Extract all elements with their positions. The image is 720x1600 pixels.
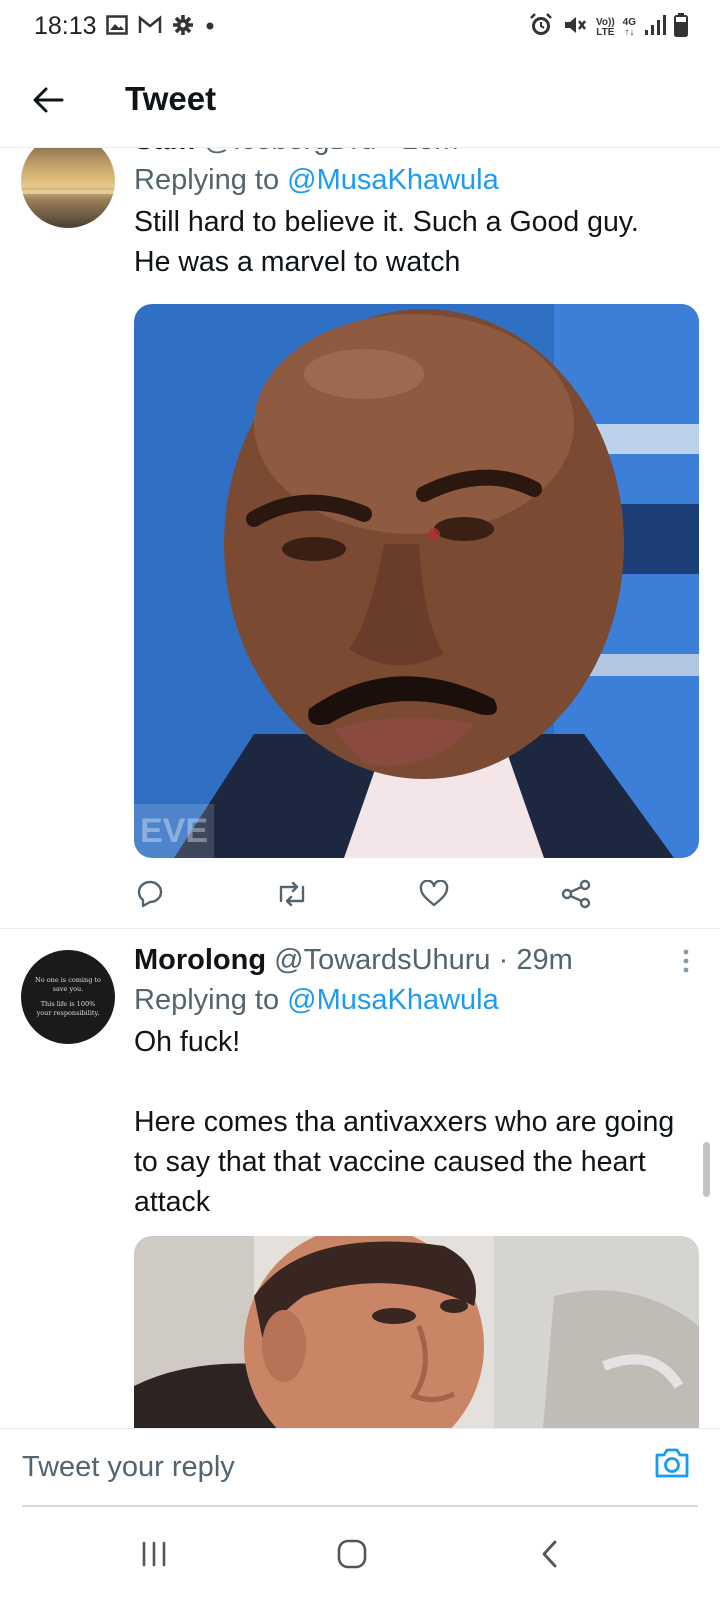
heart-icon (419, 880, 449, 907)
more-vertical-icon (683, 949, 689, 973)
mention-link[interactable]: @MusaKhawula (287, 984, 499, 1016)
signal-icon (644, 14, 666, 41)
page-title: Tweet (125, 80, 217, 117)
alarm-icon (528, 12, 554, 43)
divider (0, 928, 720, 929)
system-navigation-bar (0, 1508, 720, 1600)
more-options-button[interactable] (682, 948, 690, 979)
battery-icon (674, 13, 688, 42)
tweet-text: Still hard to believe it. Such a Good gu… (134, 206, 639, 278)
status-bar: 18:13 Vo)) LTE 4G ↑↓ (0, 0, 720, 56)
image-icon (106, 15, 128, 40)
mute-icon (562, 13, 588, 42)
separator: · (384, 148, 394, 156)
tweet-header: Sam @IcebergDru · 23m (134, 148, 692, 160)
tweet-text: Oh fuck! Here comes tha antivaxxers who … (134, 1026, 675, 1218)
display-name[interactable]: Morolong (134, 944, 266, 976)
more-options-button[interactable] (682, 148, 690, 153)
avatar[interactable] (21, 148, 115, 228)
data-indicator: 4G ↑↓ (622, 16, 636, 38)
avatar[interactable]: No one is coming to save you. This life … (21, 950, 115, 1044)
timestamp[interactable]: 23m (402, 148, 458, 156)
handle[interactable]: @TowardsUhuru (274, 944, 490, 976)
camera-button[interactable] (650, 1441, 694, 1485)
tweet-image[interactable]: EVE (134, 304, 699, 858)
mention-link[interactable]: @MusaKhawula (287, 164, 499, 196)
tweet-image[interactable] (134, 1236, 699, 1428)
recent-apps-button[interactable] (124, 1528, 184, 1580)
conversation-thread[interactable]: Sam @IcebergDru · 23m Replying to @MusaK… (0, 148, 720, 1428)
tweet[interactable]: Sam @IcebergDru · 23m Replying to @MusaK… (0, 148, 720, 920)
like-button[interactable] (414, 874, 454, 914)
avatar-text: This life is 100% your responsibility. (36, 1000, 100, 1017)
input-underline (22, 1505, 698, 1507)
separator: · (498, 944, 509, 976)
retweet-icon (279, 881, 305, 907)
home-icon (337, 1539, 367, 1569)
tweet-header: Morolong @TowardsUhuru · 29m (134, 940, 692, 980)
reply-icon (137, 880, 163, 908)
scrollbar-thumb[interactable] (703, 1142, 710, 1197)
dot-icon (204, 19, 216, 37)
image-watermark: EVE (140, 812, 208, 850)
recent-apps-icon (142, 1541, 166, 1567)
tweet-actions (134, 874, 604, 914)
arrow-left-icon (33, 87, 64, 113)
gmail-icon (138, 15, 162, 40)
share-icon (561, 879, 591, 909)
network-indicator: Vo)) LTE (595, 16, 615, 38)
camera-icon (655, 1448, 689, 1478)
retweet-button[interactable] (272, 874, 312, 914)
reply-button[interactable] (130, 874, 170, 914)
home-button[interactable] (322, 1528, 382, 1580)
settings-icon (172, 14, 194, 41)
back-nav-button[interactable] (520, 1528, 580, 1580)
chevron-left-icon (542, 1540, 557, 1568)
reply-composer (0, 1428, 720, 1507)
tweet[interactable]: No one is coming to save you. This life … (0, 930, 720, 1428)
top-app-bar: Tweet (0, 58, 720, 148)
replying-to: Replying to @MusaKhawula (134, 984, 499, 1016)
replying-to: Replying to @MusaKhawula (134, 164, 499, 196)
reply-input[interactable] (22, 1445, 582, 1489)
timestamp[interactable]: 29m (516, 944, 572, 976)
share-button[interactable] (556, 874, 596, 914)
avatar-text: No one is coming to save you. (35, 976, 101, 993)
handle[interactable]: @IcebergDru (203, 148, 376, 156)
status-time: 18:13 (34, 12, 97, 40)
back-button[interactable] (26, 78, 70, 122)
display-name[interactable]: Sam (134, 148, 195, 156)
